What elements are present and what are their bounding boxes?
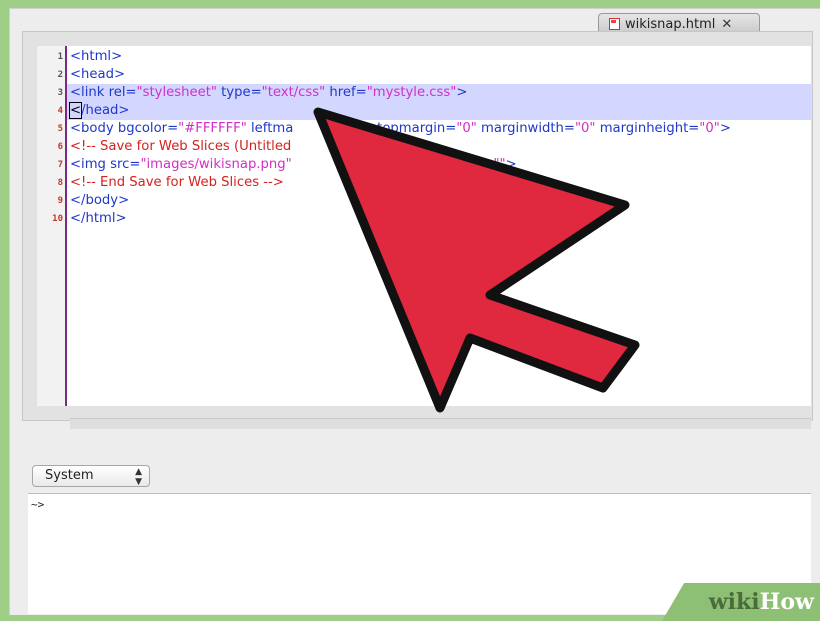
pointer-arrow-shape [313,107,640,413]
pointer-arrow-icon [313,107,640,413]
